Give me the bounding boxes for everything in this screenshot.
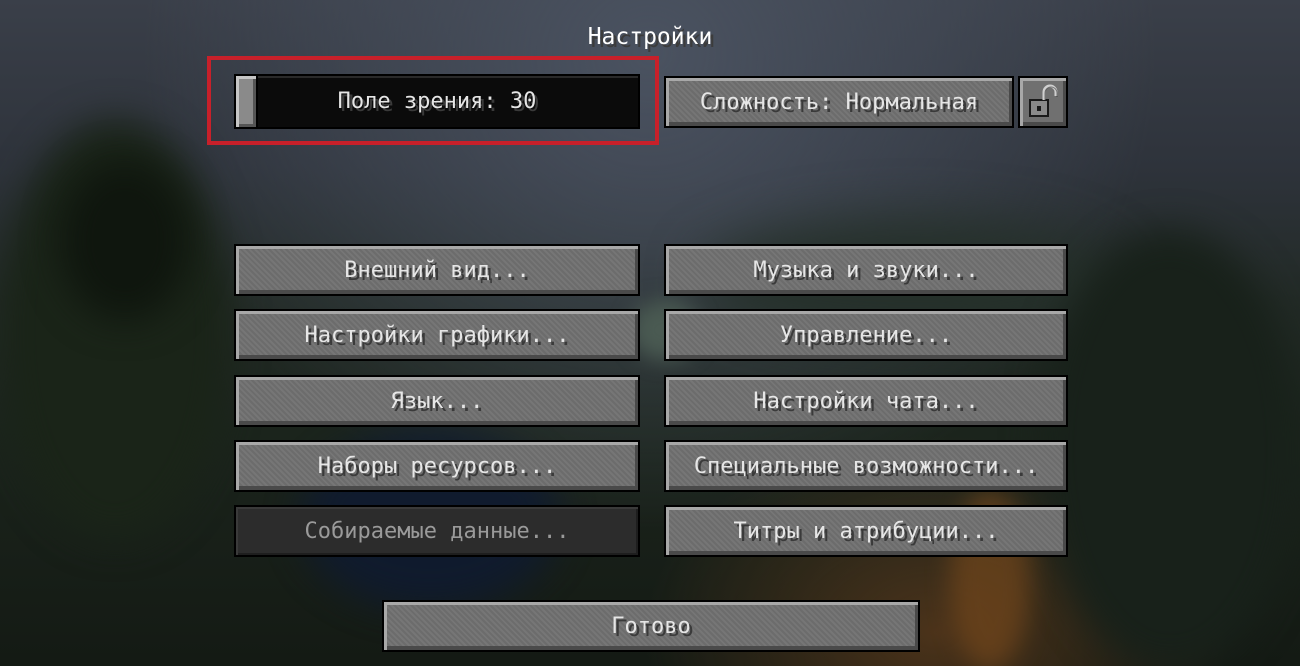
tree-silhouette-left-dark [60,160,190,320]
credits-label: Титры и атрибуции... [733,518,999,544]
done-label: Готово [611,613,691,639]
controls-button[interactable]: Управление... [664,309,1068,361]
done-button[interactable]: Готово [382,600,920,652]
accessibility-label: Специальные возможности... [693,453,1039,479]
difficulty-lock-button[interactable] [1018,76,1068,128]
fov-slider-label: Поле зрения: 30 [337,89,537,114]
graphics-settings-label: Настройки графики... [304,322,570,348]
fov-slider-handle[interactable] [236,76,258,127]
unlocked-padlock-icon [1029,84,1058,117]
appearance-button[interactable]: Внешний вид... [234,244,640,296]
music-sounds-button[interactable]: Музыка и звуки... [664,244,1068,296]
resource-packs-button[interactable]: Наборы ресурсов... [234,440,640,492]
language-label: Язык... [390,388,484,414]
resource-packs-label: Наборы ресурсов... [317,453,557,479]
tree-silhouette-right [1040,230,1300,666]
language-button[interactable]: Язык... [234,375,640,427]
difficulty-button[interactable]: Сложность: Нормальная [664,76,1014,128]
graphics-settings-button[interactable]: Настройки графики... [234,309,640,361]
difficulty-label: Сложность: Нормальная [699,89,979,115]
appearance-label: Внешний вид... [344,257,530,283]
music-sounds-label: Музыка и звуки... [753,257,979,283]
chat-settings-label: Настройки чата... [753,388,979,414]
chat-settings-button[interactable]: Настройки чата... [664,375,1068,427]
fov-slider[interactable]: Поле зрения: 30 [234,74,640,129]
accessibility-button[interactable]: Специальные возможности... [664,440,1068,492]
telemetry-button: Собираемые данные... [234,505,640,557]
controls-label: Управление... [779,322,953,348]
credits-button[interactable]: Титры и атрибуции... [664,505,1068,557]
telemetry-label: Собираемые данные... [304,518,570,544]
page-title: Настройки [587,24,713,50]
